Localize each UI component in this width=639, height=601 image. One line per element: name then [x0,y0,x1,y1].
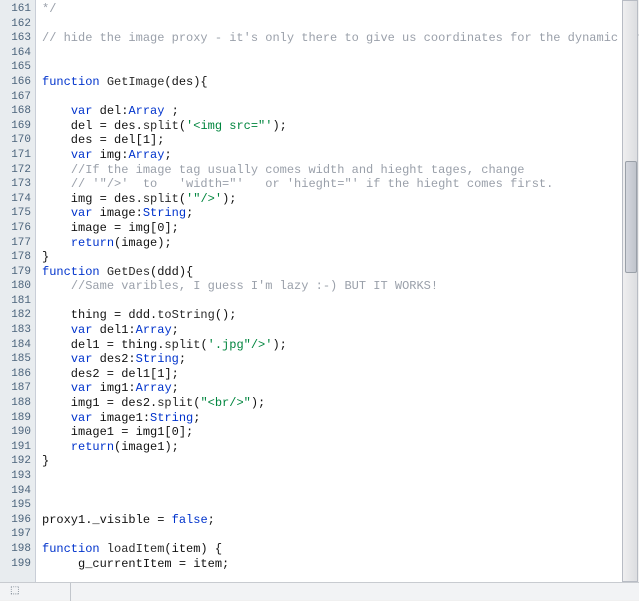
code-line[interactable]: g_currentItem = item; [42,557,639,572]
line-number: 167 [0,90,31,105]
line-number: 161 [0,2,31,17]
line-number: 172 [0,163,31,178]
code-line[interactable] [42,484,639,499]
line-number: 186 [0,367,31,382]
line-number: 170 [0,133,31,148]
line-number: 194 [0,484,31,499]
line-number: 196 [0,513,31,528]
code-line[interactable] [42,469,639,484]
line-number: 175 [0,206,31,221]
code-line[interactable]: // '"/>' to 'width="' or 'hieght="' if t… [42,177,639,192]
line-number: 183 [0,323,31,338]
code-line[interactable]: // hide the image proxy - it's only ther… [42,31,639,46]
code-line[interactable]: //If the image tag usually comes width a… [42,163,639,178]
line-number: 187 [0,381,31,396]
line-number: 166 [0,75,31,90]
line-number-gutter: 1611621631641651661671681691701711721731… [0,0,36,582]
code-line[interactable] [42,17,639,32]
line-number: 162 [0,17,31,32]
code-line[interactable]: img = des.split('"/>'); [42,192,639,207]
code-line[interactable]: thing = ddd.toString(); [42,308,639,323]
vertical-scrollbar[interactable] [622,0,638,582]
code-line[interactable] [42,90,639,105]
line-number: 191 [0,440,31,455]
code-line[interactable]: //Same varibles, I guess I'm lazy :-) BU… [42,279,639,294]
line-number: 178 [0,250,31,265]
line-number: 163 [0,31,31,46]
code-line[interactable]: } [42,454,639,469]
code-line[interactable]: var image:String; [42,206,639,221]
line-number: 176 [0,221,31,236]
line-number: 171 [0,148,31,163]
code-line[interactable]: del = des.split('<img src="'); [42,119,639,134]
code-line[interactable]: } [42,250,639,265]
code-editor[interactable]: 1611621631641651661671681691701711721731… [0,0,623,582]
line-number: 182 [0,308,31,323]
line-number: 188 [0,396,31,411]
line-number: 184 [0,338,31,353]
code-line[interactable]: des2 = del1[1]; [42,367,639,382]
line-number: 173 [0,177,31,192]
line-number: 197 [0,527,31,542]
code-line[interactable]: */ [42,2,639,17]
line-number: 199 [0,557,31,572]
line-number: 185 [0,352,31,367]
code-line[interactable]: des = del[1]; [42,133,639,148]
code-line[interactable]: var del1:Array; [42,323,639,338]
line-number: 168 [0,104,31,119]
code-line[interactable] [42,46,639,61]
code-line[interactable]: var img1:Array; [42,381,639,396]
status-bar: ⬚ [0,582,639,600]
code-area[interactable]: */ // hide the image proxy - it's only t… [36,0,639,582]
status-divider [70,583,71,601]
code-line[interactable]: var img:Array; [42,148,639,163]
code-line[interactable]: function loadItem(item) { [42,542,639,557]
code-line[interactable]: return(image1); [42,440,639,455]
line-number: 169 [0,119,31,134]
line-number: 179 [0,265,31,280]
code-line[interactable]: function GetImage(des){ [42,75,639,90]
status-glyph-icon: ⬚ [10,585,19,597]
code-line[interactable] [42,294,639,309]
code-line[interactable] [42,498,639,513]
code-line[interactable]: img1 = des2.split("<br/>"); [42,396,639,411]
code-line[interactable]: proxy1._visible = false; [42,513,639,528]
line-number: 165 [0,60,31,75]
line-number: 192 [0,454,31,469]
code-line[interactable]: function GetDes(ddd){ [42,265,639,280]
code-line[interactable]: var del:Array ; [42,104,639,119]
line-number: 164 [0,46,31,61]
code-line[interactable]: del1 = thing.split('.jpg"/>'); [42,338,639,353]
line-number: 190 [0,425,31,440]
line-number: 181 [0,294,31,309]
code-line[interactable]: var des2:String; [42,352,639,367]
line-number: 177 [0,236,31,251]
code-line[interactable]: return(image); [42,236,639,251]
code-line[interactable] [42,60,639,75]
line-number: 180 [0,279,31,294]
code-line[interactable]: var image1:String; [42,411,639,426]
line-number: 189 [0,411,31,426]
code-line[interactable]: image1 = img1[0]; [42,425,639,440]
line-number: 193 [0,469,31,484]
code-line[interactable] [42,527,639,542]
code-line[interactable]: image = img[0]; [42,221,639,236]
line-number: 174 [0,192,31,207]
line-number: 198 [0,542,31,557]
line-number: 195 [0,498,31,513]
